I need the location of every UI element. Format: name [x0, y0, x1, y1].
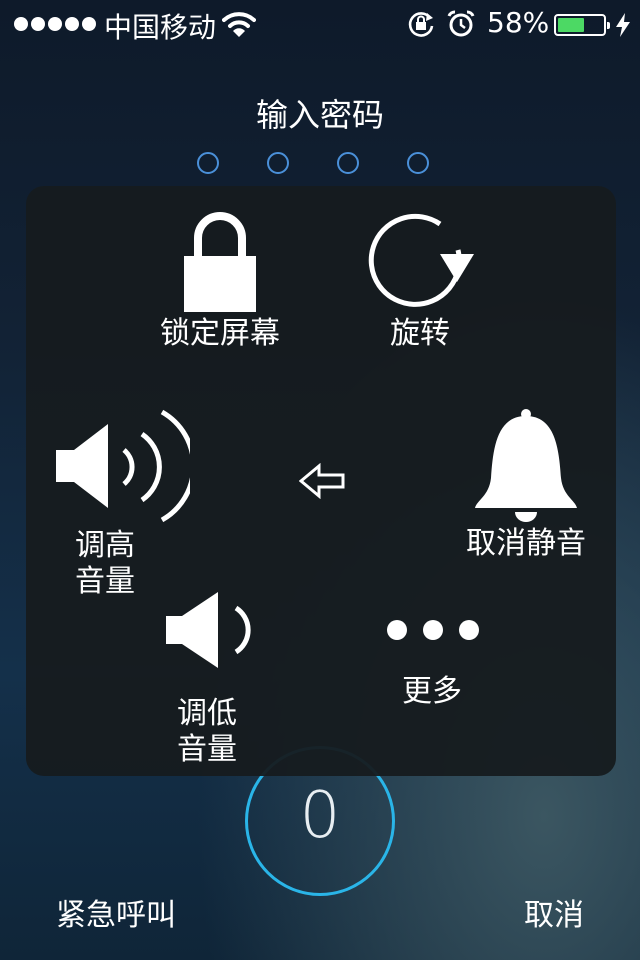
unmute-label: 取消静音 — [466, 526, 586, 561]
passcode-dots — [197, 152, 429, 174]
emergency-call-button[interactable]: 紧急呼叫 — [56, 890, 176, 934]
charging-bolt-icon — [614, 12, 632, 42]
rotate-label: 旋转 — [390, 316, 450, 351]
battery-icon — [554, 14, 610, 36]
lock-screen-label: 锁定屏幕 — [160, 316, 280, 351]
rotate-icon — [355, 210, 485, 316]
rotation-lock-icon — [406, 9, 436, 43]
more-label: 更多 — [402, 674, 462, 709]
battery-level-fill — [558, 18, 584, 32]
unmute-button[interactable]: 取消静音 — [451, 408, 601, 562]
rotate-button[interactable]: 旋转 — [355, 210, 485, 352]
volume-down-button[interactable]: 调低 音量 — [152, 590, 262, 768]
volume-down-icon — [152, 590, 262, 674]
keypad-0-digit: 0 — [299, 779, 341, 853]
more-icon — [370, 618, 494, 646]
more-button[interactable]: 更多 — [370, 618, 494, 710]
back-arrow-icon[interactable] — [298, 462, 347, 503]
passcode-dot — [197, 152, 219, 174]
passcode-dot — [267, 152, 289, 174]
volume-down-label-line1: 调低 — [177, 696, 237, 731]
lock-icon — [140, 208, 300, 316]
volume-up-icon — [50, 408, 197, 528]
wifi-icon — [222, 10, 256, 42]
passcode-dot — [407, 152, 429, 174]
assistive-touch-menu: 锁定屏幕 旋转 调高 音量 取消静音 调低 音量 更多 — [26, 186, 616, 776]
battery-percentage: 58% — [487, 6, 550, 39]
cancel-button[interactable]: 取消 — [524, 890, 584, 934]
alarm-icon — [446, 9, 476, 43]
volume-up-label-line1: 调高 — [75, 528, 135, 563]
carrier-name: 中国移动 — [104, 11, 217, 44]
status-bar: 中国移动 58% — [0, 0, 640, 48]
passcode-prompt: 输入密码 — [255, 96, 384, 134]
lock-screen-button[interactable]: 锁定屏幕 — [140, 208, 300, 352]
signal-strength-icon — [14, 17, 96, 31]
passcode-dot — [337, 152, 359, 174]
bell-icon — [451, 408, 601, 526]
volume-up-button[interactable]: 调高 音量 — [50, 408, 197, 600]
volume-down-label-line2: 音量 — [177, 732, 237, 767]
